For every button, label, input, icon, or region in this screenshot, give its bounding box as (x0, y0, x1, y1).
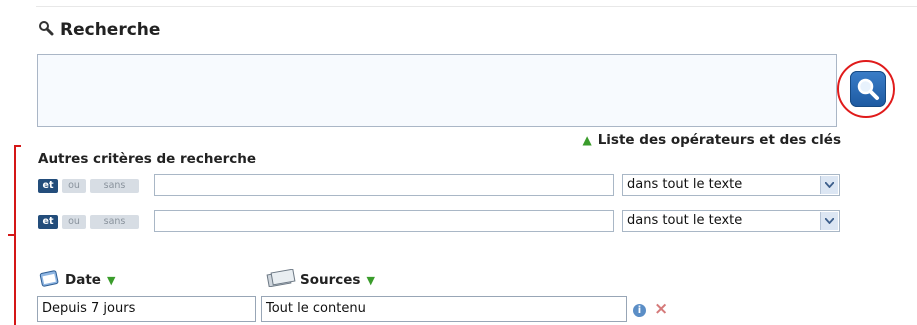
sources-label[interactable]: Sources ▼ (266, 268, 375, 288)
sources-label-text: Sources (300, 272, 361, 288)
operator-sans-chip[interactable]: sans (90, 179, 139, 193)
main-search-input[interactable] (37, 54, 837, 127)
operator-et-chip[interactable]: et (38, 215, 58, 229)
operator-ou-chip[interactable]: ou (62, 215, 86, 229)
operator-sans-chip[interactable]: sans (90, 215, 139, 229)
dropdown-arrow-icon[interactable] (820, 176, 838, 194)
scope-select[interactable]: dans tout le texte (622, 174, 840, 196)
close-icon[interactable]: × (654, 299, 668, 319)
calendar-icon (39, 270, 59, 287)
operator-ou-chip[interactable]: ou (62, 179, 86, 193)
criteria-input[interactable] (154, 210, 614, 232)
search-icon (857, 78, 879, 100)
top-divider (36, 6, 917, 7)
operator-et-chip[interactable]: et (38, 179, 58, 193)
page-title: Recherche (60, 20, 161, 40)
newspaper-icon (266, 268, 296, 288)
chevron-down-icon[interactable]: ▼ (107, 274, 115, 287)
date-label[interactable]: Date ▼ (38, 269, 115, 288)
scope-select-value: dans tout le texte (627, 177, 743, 192)
operators-link-label: Liste des opérateurs et des clés (597, 132, 841, 148)
search-header: Recherche (38, 20, 160, 40)
info-icon[interactable]: i (633, 304, 646, 317)
search-button[interactable] (850, 71, 886, 107)
criteria-input[interactable] (154, 174, 614, 196)
scope-select-value: dans tout le texte (627, 213, 743, 228)
criteria-bracket-tick (8, 234, 16, 236)
criteria-row: et ou sans dans tout le texte (38, 210, 840, 232)
criteria-row: et ou sans dans tout le texte (38, 174, 840, 196)
dropdown-arrow-icon[interactable] (820, 212, 838, 230)
criteria-title: Autres critères de recherche (38, 151, 257, 167)
magnifier-icon (38, 20, 54, 36)
sources-field[interactable]: Tout le contenu (261, 296, 627, 322)
date-label-text: Date (65, 272, 101, 288)
date-field[interactable]: Depuis 7 jours (37, 296, 256, 322)
scope-select[interactable]: dans tout le texte (622, 210, 840, 232)
chevron-down-icon[interactable]: ▼ (366, 274, 374, 287)
operators-link[interactable]: ▲ Liste des opérateurs et des clés (582, 132, 841, 148)
expand-up-icon: ▲ (582, 133, 592, 147)
